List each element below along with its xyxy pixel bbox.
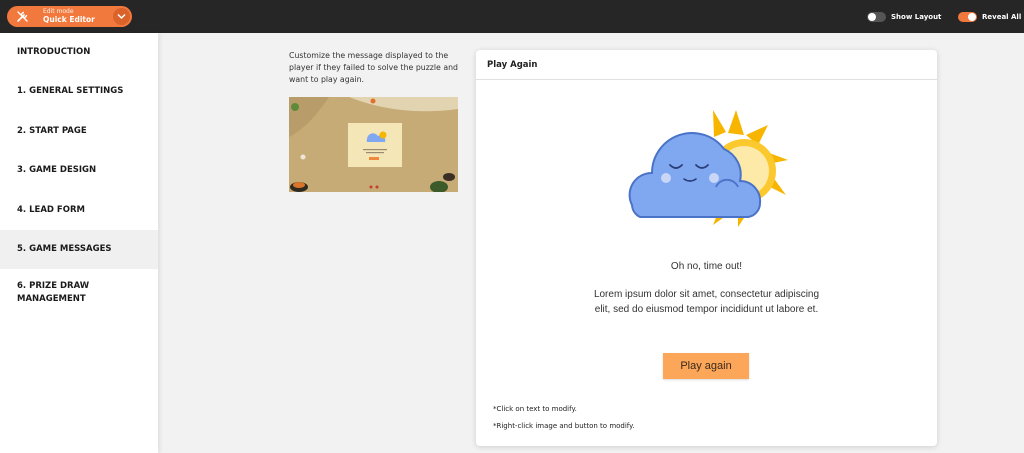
message-card: Play Again Oh no, time out! Lorem ipsum …: [476, 50, 937, 446]
reveal-all-label: Reveal All: [982, 13, 1022, 21]
sidebar-item-game-design[interactable]: 3. GAME DESIGN: [0, 151, 158, 190]
preview-thumbnail: [289, 97, 458, 192]
toggle-knob: [868, 13, 876, 21]
message-body[interactable]: Lorem ipsum dolor sit amet, consectetur …: [593, 287, 820, 317]
sidebar-item-start-page[interactable]: 2. START PAGE: [0, 112, 158, 151]
edit-mode-label: Edit mode: [43, 8, 74, 15]
sidebar-item-game-messages[interactable]: 5. GAME MESSAGES: [0, 230, 158, 269]
top-bar: Edit mode Quick Editor Show Layout Revea…: [0, 0, 1024, 33]
sidebar-item-lead-form[interactable]: 4. LEAD FORM: [0, 191, 158, 230]
hint-text-modify: *Click on text to modify.: [493, 405, 577, 413]
sidebar-item-prize-draw-management[interactable]: 6. PRIZE DRAW MANAGEMENT: [0, 269, 130, 309]
edit-mode-value: Quick Editor: [43, 15, 95, 24]
edit-mode-selector[interactable]: Edit mode Quick Editor: [7, 6, 132, 27]
hint-image-modify: *Right-click image and button to modify.: [493, 422, 635, 430]
tools-icon: [17, 11, 28, 22]
chevron-down-icon[interactable]: [113, 8, 130, 25]
sleeping-cloud-image[interactable]: [618, 105, 798, 230]
sidebar: INTRODUCTION 1. GENERAL SETTINGS 2. STAR…: [0, 33, 158, 453]
show-layout-label: Show Layout: [891, 13, 942, 21]
card-title: Play Again: [487, 60, 538, 70]
beach-preview-image: [289, 97, 458, 192]
divider: [476, 79, 937, 80]
cloud-sun-illustration[interactable]: [618, 105, 798, 230]
toggle-knob: [968, 13, 976, 21]
sidebar-item-general-settings[interactable]: 1. GENERAL SETTINGS: [0, 72, 158, 111]
message-title[interactable]: Oh no, time out!: [476, 261, 937, 272]
section-description: Customize the message displayed to the p…: [289, 51, 458, 84]
sidebar-item-introduction[interactable]: INTRODUCTION: [0, 33, 158, 72]
play-again-button[interactable]: Play again: [663, 353, 749, 379]
